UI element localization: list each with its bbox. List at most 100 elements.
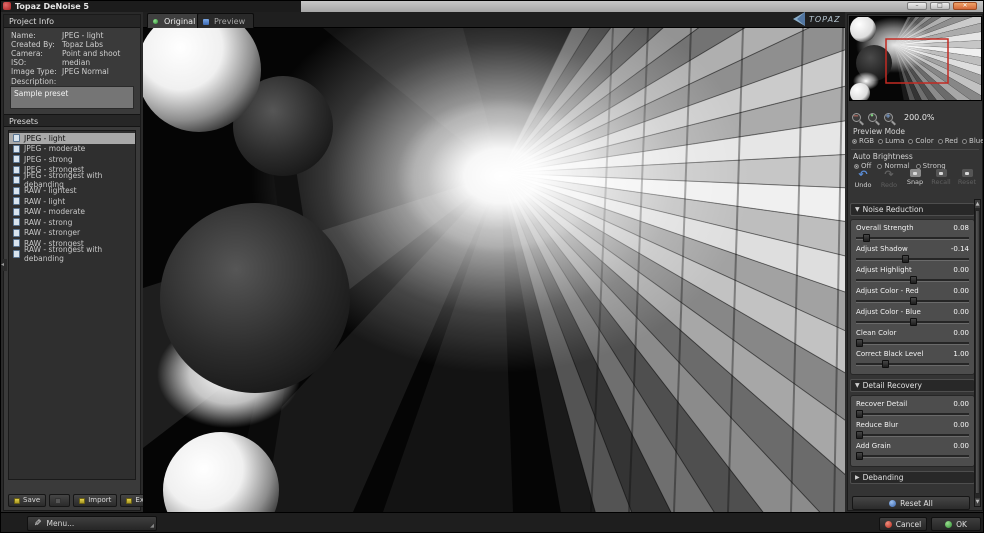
slider-thumb[interactable] [882,360,889,368]
close-button[interactable]: ✕ [953,2,977,10]
slider-value: 0.00 [953,266,969,275]
slider-caption-row: Reduce Blur0.00 [856,421,969,430]
left-panel-collapse-handle[interactable]: ◂ [1,259,7,271]
preset-item-jpeg-moderate[interactable]: JPEG - moderate [9,144,135,155]
reset-all-button[interactable]: Reset All [852,496,970,510]
tab-preview[interactable]: Preview [197,13,254,28]
slider-thumb[interactable] [856,410,863,418]
preset-item-jpeg-strong[interactable]: JPEG - strong [9,154,135,165]
document-icon [13,218,20,226]
radio-option-rgb[interactable]: RGB [852,137,874,145]
info-label: Image Type: [4,67,62,76]
preset-label: RAW - moderate [24,207,85,216]
slider-track[interactable] [856,318,969,326]
preset-item-raw-stronger[interactable]: RAW - stronger [9,228,135,239]
slider-track[interactable] [856,276,969,284]
preset-item-raw-moderate[interactable]: RAW - moderate [9,207,135,218]
slider-value: -0.14 [951,245,969,254]
project-info-row: Created By:Topaz Labs [4,40,140,49]
slider-label: Adjust Color - Blue [856,308,921,317]
preset-label: RAW - light [24,197,65,206]
ok-label: OK [956,520,967,529]
slider-track[interactable] [856,360,969,368]
slider-thumb[interactable] [910,318,917,326]
preset-label: JPEG - moderate [24,144,85,153]
save-icon [14,498,20,504]
snap-button[interactable]: Snap [902,169,928,189]
cancel-button[interactable]: Cancel [879,517,927,531]
description-field[interactable]: Sample preset [10,86,134,109]
menu-label: Menu... [47,519,75,528]
slider-value: 0.00 [953,421,969,430]
slider-track[interactable] [856,431,969,439]
slider-track[interactable] [856,234,969,242]
menu-button[interactable]: ✎ Menu... ◢ [27,516,157,531]
preset-item-raw-light[interactable]: RAW - light [9,196,135,207]
camera-body [910,169,921,177]
preset-item-raw-strongest-with-debanding[interactable]: RAW - strongest with debanding [9,249,135,260]
slider-thumb[interactable] [856,339,863,347]
zoom-level: 200.0% [904,113,935,122]
settings-scrollbar[interactable]: ▲ ▼ [974,199,981,507]
project-info-row: ISO:median [4,58,140,67]
slider-track[interactable] [856,297,969,305]
slider-track[interactable] [856,339,969,347]
preset-item-jpeg-strongest-with-debanding[interactable]: JPEG - strongest with debanding [9,175,135,186]
slider-thumb[interactable] [856,431,863,439]
zoom-out-icon[interactable]: − [852,113,861,122]
window-title: Topaz DeNoise 5 [15,2,89,11]
slider-label: Clean Color [856,329,896,338]
scroll-down-icon[interactable]: ▼ [975,498,980,506]
delete-preset-button [49,494,70,507]
redo-arrow-icon: ↷ [884,169,893,180]
slider-caption-row: Correct Black Level1.00 [856,350,969,359]
preset-item-raw-strong[interactable]: RAW - strong [9,217,135,228]
camera-body [962,169,973,177]
navigator-thumbnail[interactable] [849,16,982,101]
import-preset-button[interactable]: Import [73,494,117,507]
maximize-button[interactable]: □ [930,2,950,10]
slider-thumb[interactable] [863,234,870,242]
radio-option-color[interactable]: Color [908,137,933,145]
radio-option-red[interactable]: Red [938,137,958,145]
radio-option-blue[interactable]: Blue [962,137,984,145]
info-value: JPEG Normal [62,67,140,76]
right-panel: − • + 200.0% Preview Mode RGBLumaColorRe… [847,14,983,511]
slider-track[interactable] [856,255,969,263]
slider-track[interactable] [856,452,969,460]
info-label: Created By: [4,40,62,49]
section-header-debanding[interactable]: ▶Debanding [850,471,975,484]
section-header-detail-recovery[interactable]: ▼Detail Recovery [850,379,975,392]
preset-item-jpeg-light[interactable]: JPEG - light [9,133,135,144]
slider-thumb[interactable] [856,452,863,460]
radio-option-luma[interactable]: Luma [878,137,904,145]
slider-caption-row: Overall Strength0.08 [856,224,969,233]
tab-original[interactable]: Original [147,13,204,28]
ok-button[interactable]: OK [931,517,981,531]
slider-thumb[interactable] [902,255,909,263]
radio-icon [962,139,967,144]
main-preview-image[interactable] [143,28,845,512]
cancel-icon [885,521,892,528]
project-info-row: Camera:Point and shoot [4,49,140,58]
slider-thumb[interactable] [910,276,917,284]
undo-button[interactable]: ↶Undo [850,169,876,189]
slider-thumb[interactable] [910,297,917,305]
preset-buttons: Save Import Export [8,494,138,507]
scroll-up-icon[interactable]: ▲ [975,200,980,208]
slider-track[interactable] [856,410,969,418]
topaz-denoise-window: Topaz DeNoise 5 – □ ✕ Project Info Name:… [0,0,984,533]
scrollbar-thumb[interactable] [975,210,980,494]
slider-value: 0.00 [953,442,969,451]
preview-mode-options: RGBLumaColorRedBlue [852,137,980,145]
camera-body [936,169,947,177]
tool-label: Snap [907,178,923,186]
minimize-button[interactable]: – [907,2,927,10]
slider-caption-row: Adjust Color - Blue0.00 [856,308,969,317]
zoom-in-icon[interactable]: + [884,113,893,122]
slider-label: Add Grain [856,442,891,451]
zoom-fit-icon[interactable]: • [868,113,877,122]
import-label: Import [88,495,111,506]
section-header-noise-reduction[interactable]: ▼Noise Reduction [850,203,975,216]
save-preset-button[interactable]: Save [8,494,46,507]
